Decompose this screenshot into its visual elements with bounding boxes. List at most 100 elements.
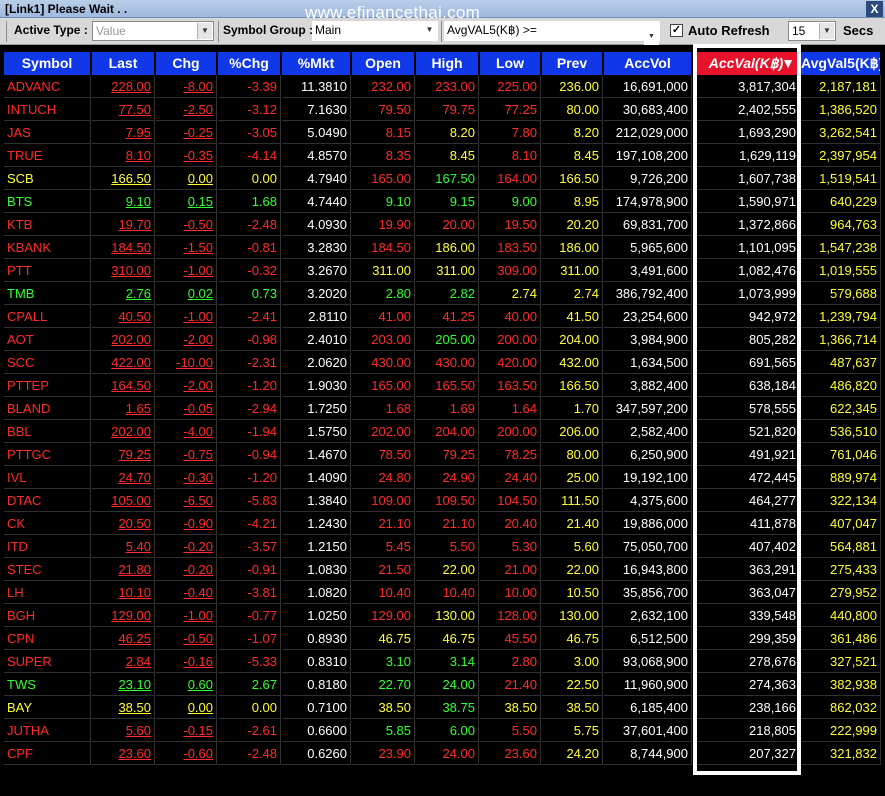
column-header-symbol[interactable]: Symbol	[4, 52, 91, 75]
cell-chg[interactable]: -1.00	[156, 259, 217, 282]
cell-symbol[interactable]: INTUCH	[4, 98, 91, 121]
cell-symbol[interactable]: PTTEP	[4, 374, 91, 397]
cell-last[interactable]: 202.00	[92, 420, 155, 443]
cell-chg[interactable]: 0.15	[156, 190, 217, 213]
cell-last[interactable]: 9.10	[92, 190, 155, 213]
cell-symbol[interactable]: STEC	[4, 558, 91, 581]
cell-symbol[interactable]: JAS	[4, 121, 91, 144]
cell-chg[interactable]: 0.00	[156, 696, 217, 719]
cell-chg[interactable]: -0.50	[156, 213, 217, 236]
cell-symbol[interactable]: BTS	[4, 190, 91, 213]
cell-symbol[interactable]: SUPER	[4, 650, 91, 673]
cell-symbol[interactable]: LH	[4, 581, 91, 604]
cell-chg[interactable]: -0.25	[156, 121, 217, 144]
cell-chg[interactable]: -0.50	[156, 627, 217, 650]
cell-chg[interactable]: -0.05	[156, 397, 217, 420]
cell-chg[interactable]: -2.00	[156, 328, 217, 351]
cell-last[interactable]: 79.25	[92, 443, 155, 466]
cell-last[interactable]: 166.50	[92, 167, 155, 190]
refresh-interval-dropdown[interactable]: 15 ▼	[788, 21, 836, 41]
cell-last[interactable]: 2.76	[92, 282, 155, 305]
column-header-open[interactable]: Open	[352, 52, 415, 75]
cell-last[interactable]: 10.10	[92, 581, 155, 604]
cell-chg[interactable]: -0.15	[156, 719, 217, 742]
cell-chg[interactable]: 0.00	[156, 167, 217, 190]
cell-last[interactable]: 77.50	[92, 98, 155, 121]
cell-symbol[interactable]: CPN	[4, 627, 91, 650]
cell-chg[interactable]: -1.00	[156, 305, 217, 328]
cell-symbol[interactable]: IVL	[4, 466, 91, 489]
column-header-low[interactable]: Low	[480, 52, 541, 75]
cell-last[interactable]: 40.50	[92, 305, 155, 328]
cell-symbol[interactable]: CPALL	[4, 305, 91, 328]
column-header-pct-chg[interactable]: %Chg	[218, 52, 281, 75]
cell-last[interactable]: 20.50	[92, 512, 155, 535]
cell-last[interactable]: 7.95	[92, 121, 155, 144]
cell-chg[interactable]: 0.02	[156, 282, 217, 305]
cell-chg[interactable]: -0.20	[156, 535, 217, 558]
cell-symbol[interactable]: PTTGC	[4, 443, 91, 466]
cell-chg[interactable]: -6.50	[156, 489, 217, 512]
column-header-pct-mkt[interactable]: %Mkt	[282, 52, 351, 75]
cell-last[interactable]: 164.50	[92, 374, 155, 397]
symbol-group-dropdown[interactable]: Main ▼	[312, 21, 438, 41]
cell-chg[interactable]: -0.35	[156, 144, 217, 167]
cell-symbol[interactable]: CK	[4, 512, 91, 535]
cell-last[interactable]: 2.84	[92, 650, 155, 673]
cell-symbol[interactable]: AOT	[4, 328, 91, 351]
column-header-prev[interactable]: Prev	[542, 52, 603, 75]
cell-chg[interactable]: 0.60	[156, 673, 217, 696]
cell-chg[interactable]: -0.30	[156, 466, 217, 489]
cell-last[interactable]: 105.00	[92, 489, 155, 512]
cell-chg[interactable]: -0.16	[156, 650, 217, 673]
avg-filter-input[interactable]: AvgVAL5(K฿) >= ▼	[444, 21, 660, 45]
auto-refresh-checkbox[interactable]: ✓	[670, 24, 683, 37]
cell-symbol[interactable]: KTB	[4, 213, 91, 236]
cell-symbol[interactable]: TRUE	[4, 144, 91, 167]
cell-symbol[interactable]: TWS	[4, 673, 91, 696]
cell-last[interactable]: 310.00	[92, 259, 155, 282]
cell-chg[interactable]: -1.50	[156, 236, 217, 259]
column-header-last[interactable]: Last	[92, 52, 155, 75]
cell-symbol[interactable]: JUTHA	[4, 719, 91, 742]
column-header-high[interactable]: High	[416, 52, 479, 75]
cell-chg[interactable]: -2.00	[156, 374, 217, 397]
cell-chg[interactable]: -0.40	[156, 581, 217, 604]
cell-chg[interactable]: -0.90	[156, 512, 217, 535]
cell-symbol[interactable]: SCC	[4, 351, 91, 374]
cell-symbol[interactable]: KBANK	[4, 236, 91, 259]
cell-chg[interactable]: -8.00	[156, 75, 217, 98]
cell-last[interactable]: 23.10	[92, 673, 155, 696]
cell-chg[interactable]: -10.00	[156, 351, 217, 374]
cell-symbol[interactable]: TMB	[4, 282, 91, 305]
cell-symbol[interactable]: CPF	[4, 742, 91, 765]
cell-chg[interactable]: -2.50	[156, 98, 217, 121]
column-header-chg[interactable]: Chg	[156, 52, 217, 75]
column-header-avg-val5[interactable]: AvgVal5(K฿)	[801, 52, 881, 75]
cell-last[interactable]: 38.50	[92, 696, 155, 719]
column-header-acc-val[interactable]: AccVal(K฿) ▼	[693, 52, 800, 75]
cell-chg[interactable]: -0.20	[156, 558, 217, 581]
active-type-dropdown[interactable]: Value ▼	[92, 21, 214, 41]
cell-last[interactable]: 202.00	[92, 328, 155, 351]
cell-last[interactable]: 5.60	[92, 719, 155, 742]
cell-symbol[interactable]: DTAC	[4, 489, 91, 512]
cell-last[interactable]: 24.70	[92, 466, 155, 489]
cell-last[interactable]: 129.00	[92, 604, 155, 627]
cell-chg[interactable]: -0.60	[156, 742, 217, 765]
cell-symbol[interactable]: BBL	[4, 420, 91, 443]
cell-symbol[interactable]: BAY	[4, 696, 91, 719]
cell-last[interactable]: 46.25	[92, 627, 155, 650]
cell-symbol[interactable]: ITD	[4, 535, 91, 558]
cell-last[interactable]: 184.50	[92, 236, 155, 259]
cell-chg[interactable]: -1.00	[156, 604, 217, 627]
cell-symbol[interactable]: ADVANC	[4, 75, 91, 98]
cell-last[interactable]: 19.70	[92, 213, 155, 236]
cell-last[interactable]: 21.80	[92, 558, 155, 581]
column-header-acc-vol[interactable]: AccVol	[604, 52, 692, 75]
cell-last[interactable]: 228.00	[92, 75, 155, 98]
close-button[interactable]: X	[866, 1, 883, 17]
cell-symbol[interactable]: PTT	[4, 259, 91, 282]
cell-last[interactable]: 5.40	[92, 535, 155, 558]
cell-symbol[interactable]: BLAND	[4, 397, 91, 420]
